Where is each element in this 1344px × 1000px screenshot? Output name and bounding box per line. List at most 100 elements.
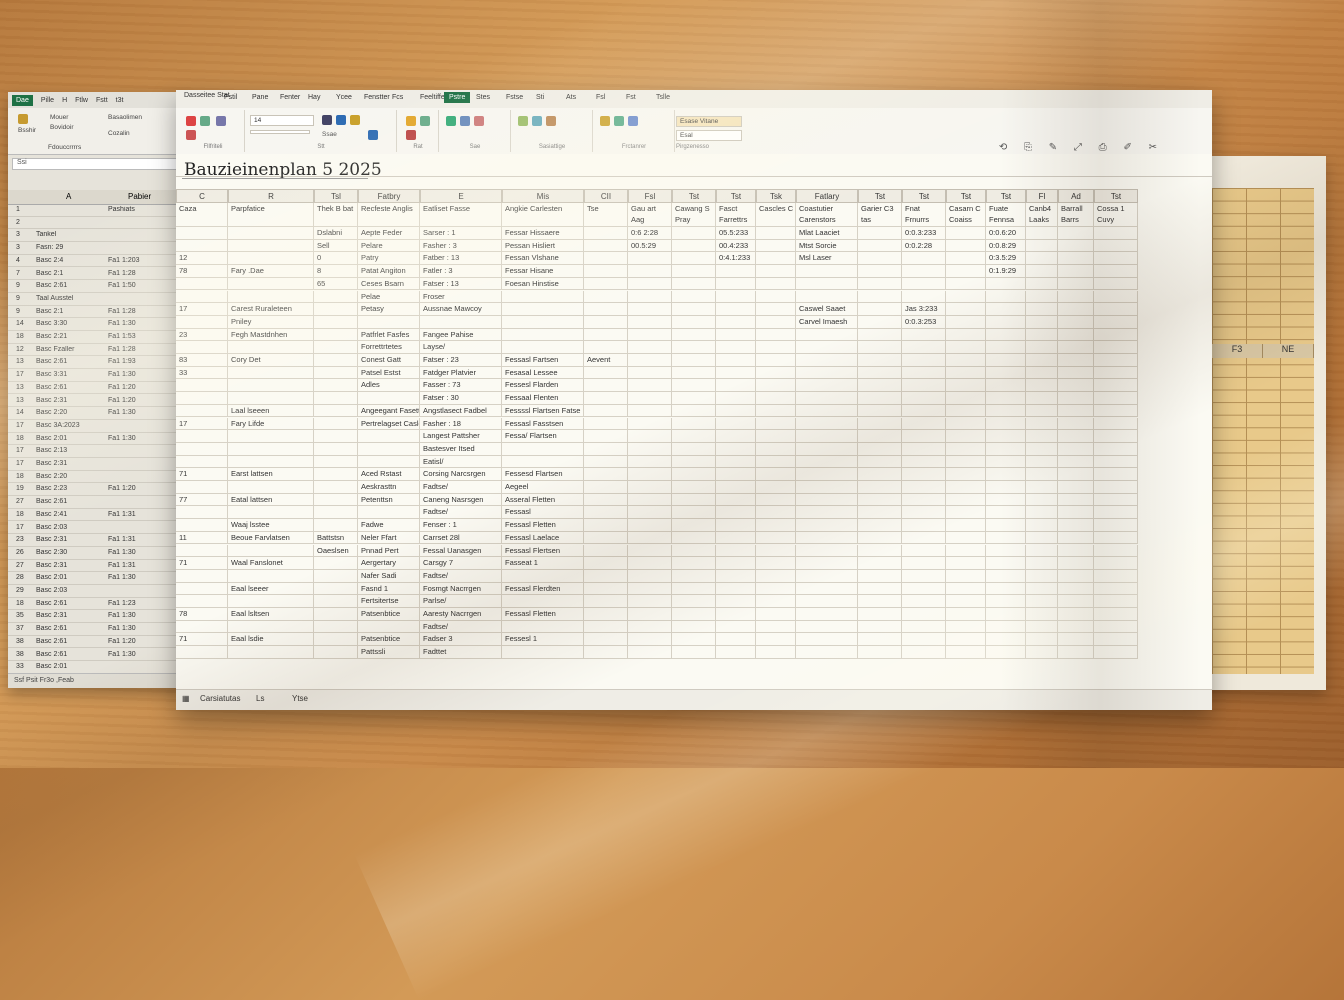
grid-cell[interactable]: Carvel Imaesh (796, 315, 858, 329)
grid-cell[interactable] (1094, 544, 1138, 558)
grid-cell[interactable] (176, 315, 228, 329)
table-format-icon[interactable] (532, 116, 542, 126)
header-cell[interactable]: Cawang S Pray (672, 203, 716, 227)
left-table-row[interactable]: 17 Basc 2:03 (8, 522, 184, 535)
grid-cell[interactable] (1094, 481, 1138, 494)
grid-cell[interactable] (176, 506, 228, 520)
left-cell-b[interactable]: Fa1 1:28 (108, 308, 178, 315)
grid-cell[interactable] (858, 392, 902, 405)
left-cell-b[interactable]: Fa1 1:30 (108, 549, 178, 556)
grid-cell[interactable] (756, 354, 796, 367)
grid-cell[interactable] (584, 366, 628, 380)
grid-cell[interactable] (1058, 354, 1094, 367)
left-cell-b[interactable]: Fa1 1:28 (108, 270, 178, 277)
grid-cell[interactable] (946, 646, 986, 659)
grid-cell[interactable] (628, 481, 672, 494)
grid-cell[interactable] (796, 392, 858, 405)
grid-cell[interactable]: Fertsitertse (358, 595, 420, 608)
grid-cell[interactable]: 0:1.9:29 (986, 265, 1026, 278)
grid-cell[interactable]: 17 (176, 303, 228, 316)
grid-cell[interactable]: Eatisl/ (420, 455, 502, 469)
grid-cell[interactable] (756, 341, 796, 354)
grid-cell[interactable] (986, 569, 1026, 583)
grid-cell[interactable]: Patfrlet Fasfes (358, 328, 420, 342)
grid-cell[interactable]: Fessal Uanasgen (420, 544, 502, 558)
grid-cell[interactable]: Patsel Estst (358, 366, 420, 380)
grid-cell[interactable] (1058, 531, 1094, 545)
grid-cell[interactable]: Carsgy 7 (420, 557, 502, 570)
grid-cell[interactable] (1026, 252, 1058, 266)
grid-cell[interactable] (314, 417, 358, 431)
grid-cell[interactable]: 71 (176, 557, 228, 570)
grid-cell[interactable] (1094, 392, 1138, 405)
col-header-ne[interactable]: NE (1263, 344, 1314, 358)
grid-cell[interactable] (176, 519, 228, 532)
grid-cell[interactable] (1058, 608, 1094, 621)
grid-cell[interactable] (502, 341, 584, 354)
grid-cell[interactable] (1094, 455, 1138, 469)
grid-cell[interactable] (1094, 277, 1138, 291)
grid-cell[interactable] (1094, 519, 1138, 532)
grid-cell[interactable] (228, 379, 314, 393)
grid-cell[interactable] (902, 582, 946, 596)
grid-cell[interactable]: 0:0.6:20 (986, 227, 1026, 240)
cell-style-icon[interactable] (546, 116, 556, 126)
grid-cell[interactable] (176, 392, 228, 405)
grid-cell[interactable] (986, 328, 1026, 342)
grid-cell[interactable] (358, 392, 420, 405)
header-cell[interactable]: Fuate Fennsa (986, 203, 1026, 227)
grid-cell[interactable] (756, 582, 796, 596)
grid-cell[interactable] (584, 544, 628, 558)
grid-cell[interactable] (716, 468, 756, 481)
left-cell-a[interactable]: Basc 2:1 (36, 270, 104, 277)
grid-cell[interactable] (858, 315, 902, 329)
grid-cell[interactable] (756, 290, 796, 304)
grid-cell[interactable] (946, 493, 986, 507)
grid-cell[interactable] (1058, 481, 1094, 494)
grid-cell[interactable]: 0:0.3:233 (902, 227, 946, 240)
left-cell-b[interactable]: Fa1 1:31 (108, 562, 178, 569)
grid-cell[interactable] (902, 366, 946, 380)
grid-cell[interactable]: Corsing Narcsrgen (420, 468, 502, 481)
left-table-row[interactable]: 9 Basc 2:1 Fa1 1:28 (8, 306, 184, 319)
grid-cell[interactable] (314, 519, 358, 532)
grid-cell[interactable] (672, 315, 716, 329)
grid-cell[interactable] (628, 290, 672, 304)
grid-cell[interactable]: Bastesver Itsed (420, 442, 502, 456)
grid-cell[interactable]: Eaal lseeer (228, 582, 314, 596)
grid-cell[interactable] (584, 417, 628, 431)
grid-cell[interactable]: Fessasl Flertsen (502, 544, 584, 558)
grid-cell[interactable] (628, 569, 672, 583)
grid-cell[interactable]: Langest Pattsher (420, 430, 502, 443)
grid-cell[interactable] (796, 442, 858, 456)
grid-cell[interactable] (1026, 531, 1058, 545)
grid-cell[interactable]: Fasseat 1 (502, 557, 584, 570)
left-cell-a[interactable]: Basc 2:61 (36, 638, 104, 645)
grid-cell[interactable] (584, 620, 628, 634)
grid-cell[interactable] (314, 303, 358, 316)
grid-cell[interactable] (584, 303, 628, 316)
grid-cell[interactable]: Fadtse/ (420, 481, 502, 494)
grid-cell[interactable] (314, 290, 358, 304)
grid-cell[interactable]: Fegh Mastdnhen (228, 328, 314, 342)
grid-cell[interactable] (946, 557, 986, 570)
fill-icon[interactable] (200, 116, 210, 126)
left-cell-b[interactable]: Fa1 1:30 (108, 435, 178, 442)
grid-cell[interactable] (1058, 468, 1094, 481)
grid-cell[interactable] (584, 328, 628, 342)
grid-cell[interactable] (228, 392, 314, 405)
grid-cell[interactable]: Ceses Bsarn (358, 277, 420, 291)
style-box-2[interactable]: Esal (676, 130, 742, 141)
grid-cell[interactable] (672, 582, 716, 596)
grid-cell[interactable]: Waaj lsstee (228, 519, 314, 532)
grid-cell[interactable] (176, 227, 228, 240)
grid-cell[interactable] (672, 341, 716, 354)
ribbon-tab-5[interactable]: Hay (308, 94, 320, 101)
grid-cell[interactable] (902, 595, 946, 608)
grid-cell[interactable] (1026, 493, 1058, 507)
left-cell-a[interactable]: Basc 2:13 (36, 447, 104, 454)
left-ribbon-label-2[interactable]: Mouer (50, 114, 68, 121)
grid-cell[interactable] (672, 620, 716, 634)
left-table-row[interactable]: 33 Basc 2:01 (8, 661, 184, 674)
grid-cell[interactable] (902, 404, 946, 418)
